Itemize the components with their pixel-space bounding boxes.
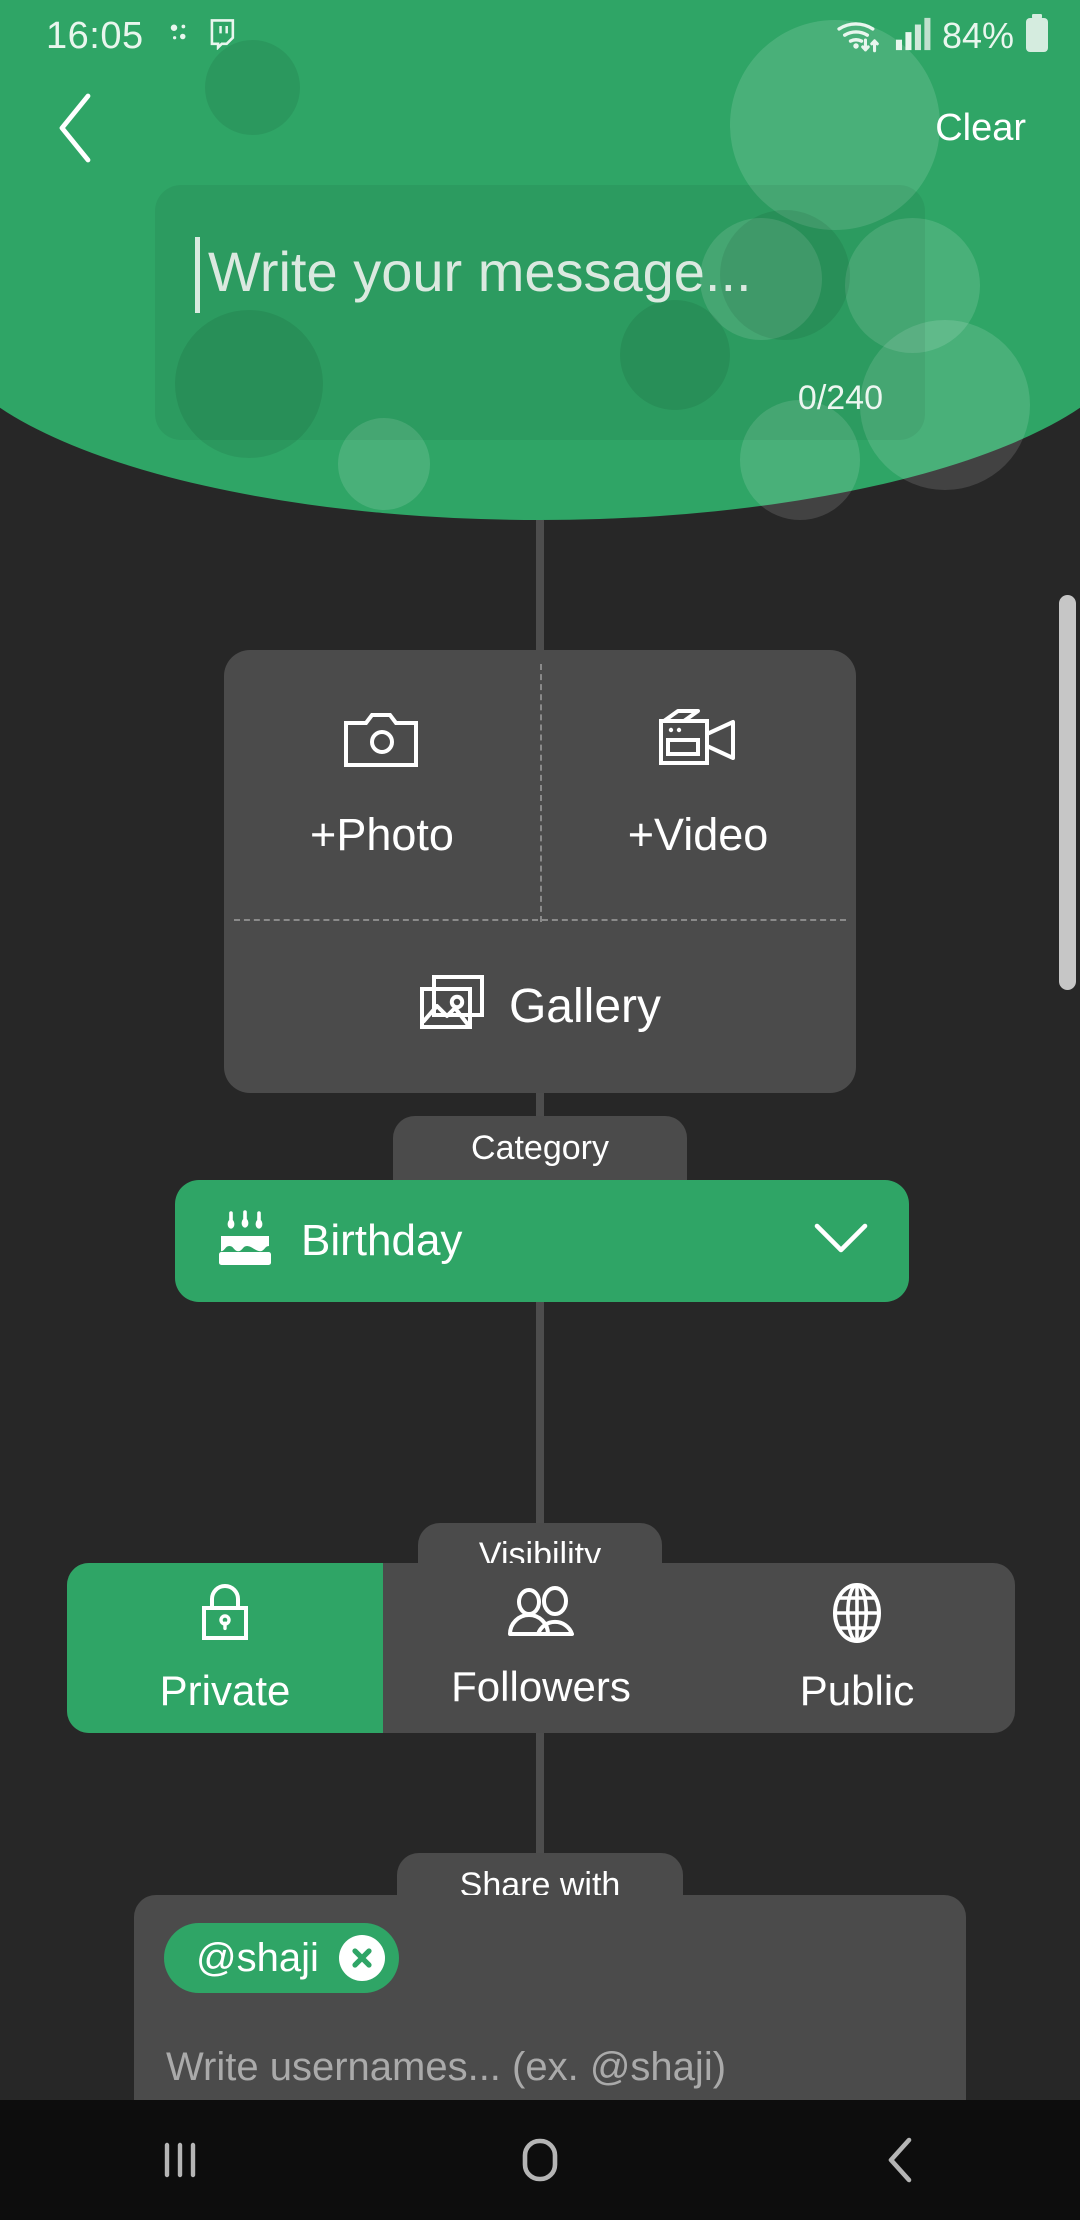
visibility-label-followers: Followers	[451, 1662, 631, 1710]
gallery-label: Gallery	[508, 979, 662, 1033]
close-icon[interactable]	[338, 1935, 385, 1981]
clear-button[interactable]: Clear	[923, 97, 1038, 160]
media-attach-card: +Photo +Video Gallery	[224, 650, 856, 1093]
char-counter: 0/240	[797, 379, 883, 417]
status-bar: 16:05 84%	[0, 0, 1080, 72]
visibility-label-public: Public	[799, 1666, 915, 1714]
share-chip-list: @shaji	[164, 1923, 936, 1993]
status-clock: 16:05	[46, 14, 144, 57]
snapchat-icon	[164, 19, 194, 54]
signal-icon	[894, 16, 932, 57]
media-divider-horizontal	[234, 919, 846, 921]
chevron-down-icon[interactable]	[813, 1222, 869, 1261]
visibility-option-private[interactable]: Private	[67, 1563, 383, 1733]
header-region: 16:05 84% Clear Write your message... 0/…	[0, 0, 1080, 520]
visibility-option-followers[interactable]: Followers	[383, 1563, 699, 1733]
people-icon	[507, 1585, 575, 1645]
visibility-label-private: Private	[159, 1666, 291, 1714]
message-composer[interactable]: Write your message... 0/240	[155, 185, 925, 440]
battery-icon	[1024, 13, 1050, 59]
gallery-button[interactable]: Gallery	[224, 919, 856, 1093]
add-photo-button[interactable]: +Photo	[224, 650, 540, 919]
add-photo-label: +Photo	[310, 809, 454, 860]
media-divider-vertical	[540, 664, 542, 922]
home-button[interactable]	[360, 2100, 720, 2220]
lock-icon	[197, 1582, 253, 1649]
twitch-icon	[208, 18, 238, 55]
category-tab-label: Category	[471, 1128, 609, 1167]
share-usernames-input[interactable]: Write usernames... (ex. @shaji)	[166, 2045, 726, 2090]
video-camera-icon	[658, 708, 738, 775]
category-section-tab: Category	[393, 1116, 687, 1180]
wifi-icon	[836, 14, 884, 59]
recents-button[interactable]	[0, 2100, 360, 2220]
back-button[interactable]	[40, 92, 112, 164]
system-nav-bar	[0, 2100, 1080, 2220]
battery-percent-label: 84%	[941, 15, 1014, 56]
add-video-label: +Video	[627, 809, 769, 860]
visibility-option-public[interactable]: Public	[699, 1563, 1015, 1733]
category-value: Birthday	[301, 1216, 463, 1265]
form-content: +Photo +Video Gallery Category Birthday …	[0, 520, 1080, 2100]
gallery-icon	[419, 974, 485, 1039]
visibility-options: Private Followers Public	[67, 1563, 1015, 1733]
birthday-cake-icon	[215, 1209, 275, 1273]
category-select[interactable]: Birthday	[175, 1180, 909, 1302]
add-video-button[interactable]: +Video	[540, 650, 856, 919]
globe-icon	[828, 1582, 886, 1649]
scrollbar-thumb[interactable]	[1059, 595, 1076, 990]
camera-icon	[343, 708, 421, 775]
text-cursor	[195, 237, 200, 313]
share-with-input-card[interactable]: @shaji Write usernames... (ex. @shaji)	[134, 1895, 966, 2100]
back-button-nav[interactable]	[720, 2100, 1080, 2220]
share-chip[interactable]: @shaji	[164, 1923, 399, 1993]
share-chip-name: @shaji	[196, 1935, 319, 1980]
message-placeholder: Write your message...	[208, 240, 752, 303]
header-nav-row: Clear	[0, 72, 1080, 184]
